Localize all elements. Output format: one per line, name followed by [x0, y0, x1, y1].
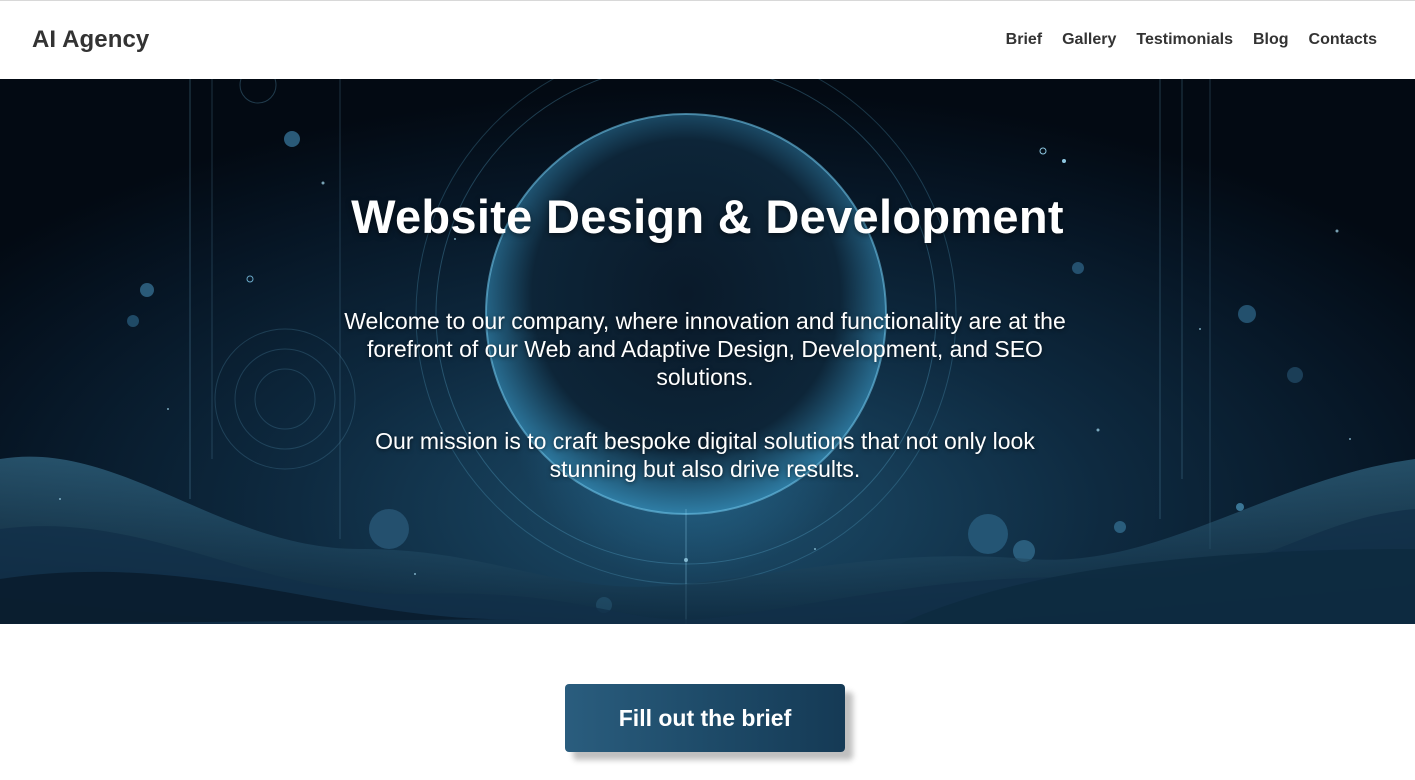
nav-link-gallery[interactable]: Gallery	[1062, 31, 1116, 49]
nav-link-brief[interactable]: Brief	[1006, 31, 1042, 49]
site-header: AI Agency Brief Gallery Testimonials Blo…	[0, 1, 1415, 79]
hero-section: Website Design & Development Welcome to …	[0, 79, 1415, 624]
nav-link-contacts[interactable]: Contacts	[1309, 31, 1377, 49]
nav-link-testimonials[interactable]: Testimonials	[1136, 31, 1233, 49]
main-nav: Brief Gallery Testimonials Blog Contacts	[1006, 31, 1377, 49]
fill-brief-button[interactable]: Fill out the brief	[565, 684, 845, 752]
logo[interactable]: AI Agency	[32, 26, 149, 54]
hero-mission-text: Our mission is to craft bespoke digital …	[375, 428, 1035, 482]
hero-title: Website Design & Development	[351, 190, 1064, 243]
nav-link-blog[interactable]: Blog	[1253, 31, 1289, 49]
hero-intro-text: Welcome to our company, where innovation…	[344, 308, 1066, 390]
